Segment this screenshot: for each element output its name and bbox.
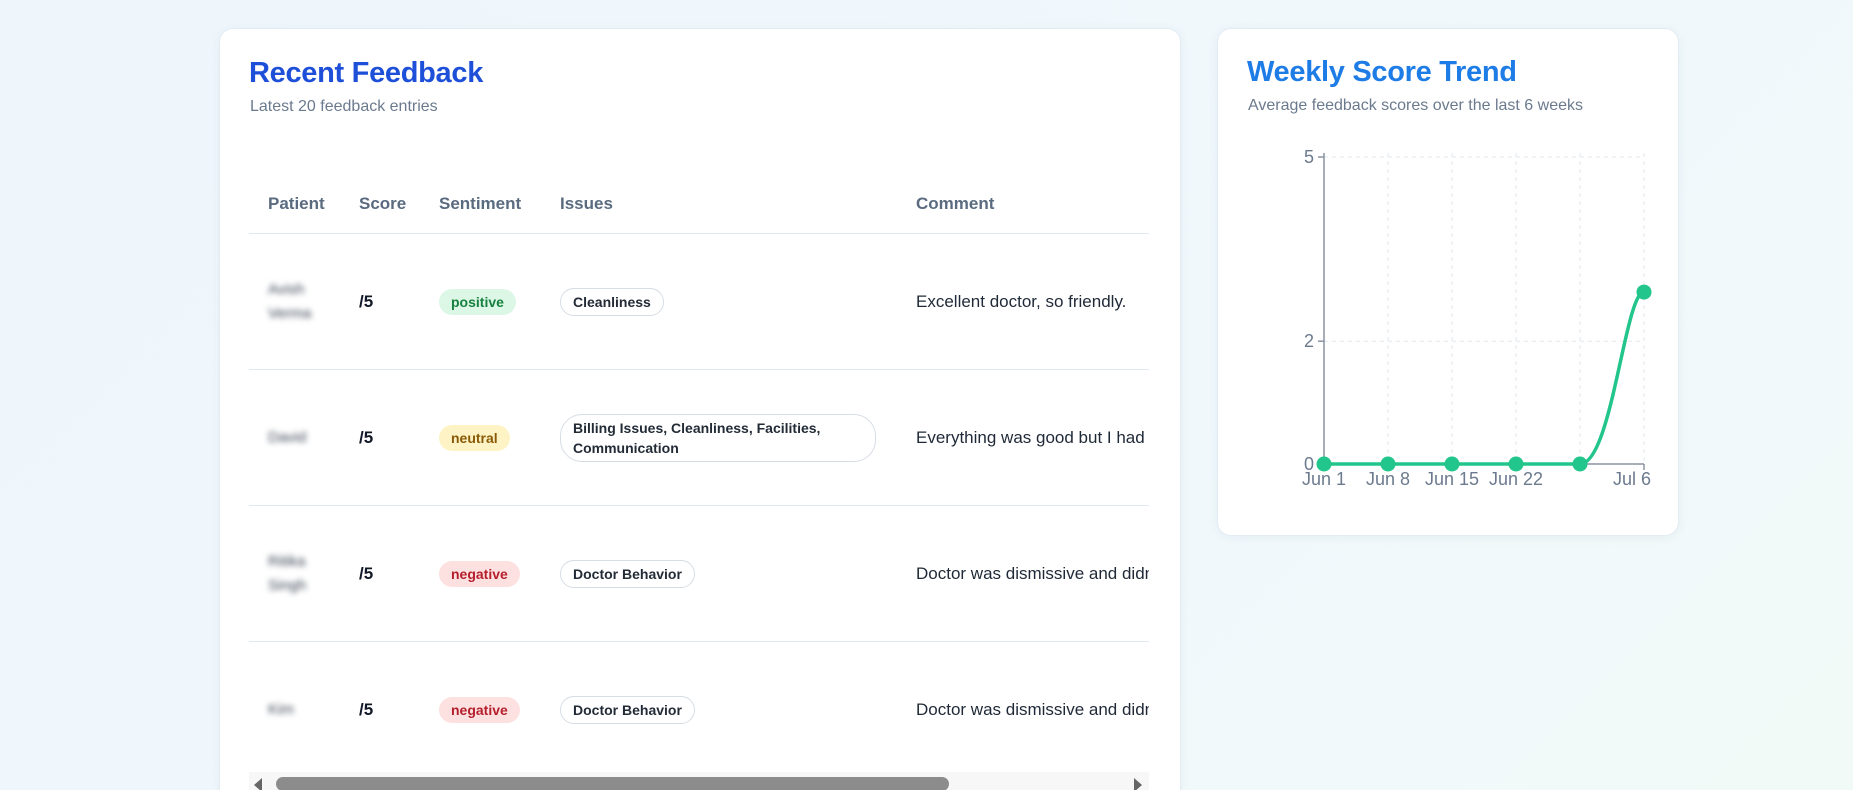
column-header-patient[interactable]: Patient: [268, 194, 325, 214]
sentiment-badge: positive: [439, 288, 516, 315]
recent-feedback-subtitle: Latest 20 feedback entries: [250, 98, 438, 115]
sentiment-badge: negative: [439, 696, 520, 723]
recent-feedback-card: Recent Feedback Latest 20 feedback entri…: [219, 28, 1181, 790]
weekly-score-trend-card: Weekly Score Trend Average feedback scor…: [1217, 28, 1679, 536]
data-point: [1316, 456, 1332, 472]
data-point: [1444, 456, 1460, 472]
x-tick-label: Jul 6: [1613, 469, 1651, 489]
patient-name: Kim: [268, 700, 294, 718]
table-header: Patient Score Sentiment Issues Comment: [249, 167, 1149, 234]
score-value: /5: [359, 427, 374, 447]
score-value: /5: [359, 291, 374, 311]
patient-name: David: [268, 428, 307, 446]
column-header-comment[interactable]: Comment: [916, 194, 994, 214]
column-header-sentiment[interactable]: Sentiment: [439, 194, 521, 214]
comment-text: Excellent doctor, so friendly.: [916, 291, 1127, 311]
data-point: [1636, 284, 1652, 300]
data-point: [1572, 456, 1588, 472]
column-header-score[interactable]: Score: [359, 194, 406, 214]
patient-name: Avish Verma: [268, 280, 312, 322]
scroll-right-arrow-icon[interactable]: [1134, 778, 1142, 790]
score-value: /5: [359, 699, 374, 719]
x-tick-label: Jun 1: [1302, 469, 1346, 489]
series-line: [1324, 290, 1645, 466]
data-point: [1508, 456, 1524, 472]
scroll-left-arrow-icon[interactable]: [254, 778, 262, 790]
comment-text: Everything was good but I had t: [916, 427, 1149, 447]
issue-tag: Doctor Behavior: [560, 559, 695, 588]
comment-text: Doctor was dismissive and didn: [916, 563, 1149, 583]
table-row[interactable]: David /5 neutral Billing Issues, Cleanli…: [249, 370, 1149, 506]
issue-tag: Billing Issues, Cleanliness, Facilities,…: [560, 413, 876, 462]
comment-text: Doctor was dismissive and didn: [916, 699, 1149, 719]
column-header-issues[interactable]: Issues: [560, 194, 613, 214]
issue-tag: Cleanliness: [560, 287, 664, 316]
recent-feedback-title: Recent Feedback: [249, 57, 484, 89]
y-tick-label: 2: [1304, 331, 1314, 351]
table-row[interactable]: Ritika Singh /5 negative Doctor Behavior…: [249, 506, 1149, 642]
score-trend-line-chart: 025Jun 1 Jun 8 Jun 15 Jun 22 Jul 6: [1302, 147, 1652, 489]
sentiment-badge: negative: [439, 560, 520, 587]
table-row[interactable]: Avish Verma /5 positive Cleanliness Exce…: [249, 234, 1149, 370]
horizontal-scrollbar[interactable]: [249, 772, 1149, 790]
patient-name: Ritika Singh: [268, 552, 307, 594]
x-tick-label: Jun 22: [1489, 469, 1543, 489]
x-tick-label: Jun 8: [1366, 469, 1410, 489]
table-row[interactable]: Kim /5 negative Doctor Behavior Doctor w…: [249, 642, 1149, 769]
sentiment-badge: neutral: [439, 424, 510, 451]
scrollbar-thumb[interactable]: [276, 777, 949, 790]
issue-tag: Doctor Behavior: [560, 695, 695, 724]
score-value: /5: [359, 563, 374, 583]
data-point: [1380, 456, 1396, 472]
y-tick-label: 5: [1304, 147, 1314, 167]
feedback-table: Patient Score Sentiment Issues Comment A…: [249, 167, 1149, 769]
x-tick-label: Jun 15: [1425, 469, 1479, 489]
